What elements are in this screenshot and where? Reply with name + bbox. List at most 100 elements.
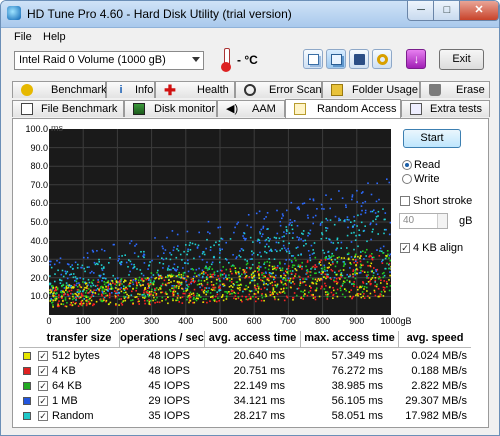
start-button[interactable]: Start bbox=[403, 129, 461, 148]
data-point bbox=[147, 279, 150, 281]
data-point bbox=[229, 238, 232, 240]
spin-arrows-icon[interactable] bbox=[437, 214, 447, 228]
data-point bbox=[336, 288, 339, 291]
tab-file-benchmark[interactable]: File Benchmark bbox=[12, 100, 124, 117]
close-button[interactable]: ✕ bbox=[459, 1, 499, 21]
data-point bbox=[129, 282, 131, 284]
data-point bbox=[361, 291, 364, 293]
tab-disk-monitor[interactable]: Disk monitor bbox=[124, 100, 217, 117]
data-point bbox=[58, 261, 61, 264]
data-point bbox=[246, 267, 248, 269]
tab-aam[interactable]: ◀) AAM bbox=[217, 100, 285, 117]
data-point bbox=[78, 284, 81, 286]
drive-select[interactable]: Intel Raid 0 Volume (1000 gB) bbox=[14, 51, 204, 70]
data-point bbox=[303, 244, 305, 247]
write-radio[interactable] bbox=[402, 174, 412, 184]
data-point bbox=[273, 296, 276, 298]
data-point bbox=[275, 268, 278, 271]
data-point bbox=[312, 265, 314, 268]
tab-info[interactable]: i Info bbox=[106, 81, 155, 98]
data-point bbox=[348, 219, 350, 221]
data-point bbox=[158, 301, 161, 304]
data-point bbox=[242, 269, 244, 271]
series-checkbox[interactable]: ✓ bbox=[38, 351, 48, 361]
minimize-button[interactable]: ─ bbox=[407, 1, 435, 21]
data-point bbox=[374, 285, 376, 287]
data-point bbox=[81, 294, 83, 297]
data-point bbox=[318, 295, 321, 298]
data-point bbox=[88, 300, 90, 303]
data-point bbox=[71, 298, 74, 301]
data-point bbox=[300, 297, 302, 299]
align-label: 4 KB align bbox=[413, 242, 464, 254]
data-point bbox=[382, 286, 385, 289]
menu-file[interactable]: File bbox=[14, 31, 32, 43]
tab-benchmark[interactable]: Benchmark bbox=[12, 81, 107, 98]
data-point bbox=[183, 277, 185, 280]
data-point bbox=[103, 299, 105, 302]
copy-screenshot-button[interactable] bbox=[326, 49, 346, 69]
tab-erase[interactable]: Erase bbox=[420, 81, 490, 98]
exit-button[interactable]: Exit bbox=[439, 49, 484, 70]
data-point bbox=[172, 298, 174, 300]
data-point bbox=[187, 275, 189, 278]
data-point bbox=[70, 292, 72, 295]
data-point bbox=[351, 198, 353, 201]
avg-speed-value: 0.024 MB/s bbox=[411, 350, 467, 362]
data-point bbox=[231, 292, 233, 295]
options-button[interactable] bbox=[372, 49, 392, 69]
data-point bbox=[307, 250, 310, 252]
data-point bbox=[184, 262, 186, 264]
series-checkbox[interactable]: ✓ bbox=[38, 381, 48, 391]
data-point bbox=[136, 284, 138, 287]
data-point bbox=[371, 253, 373, 255]
series-checkbox[interactable]: ✓ bbox=[38, 411, 48, 421]
data-point bbox=[366, 295, 369, 297]
data-point bbox=[301, 202, 304, 205]
tab-random-access[interactable]: Random Access bbox=[285, 99, 401, 118]
data-point bbox=[314, 266, 316, 269]
data-point bbox=[103, 266, 105, 268]
tab-folder-usage[interactable]: Folder Usage bbox=[322, 81, 420, 98]
tab-error-scan[interactable]: Error Scan bbox=[235, 81, 322, 98]
data-point bbox=[238, 284, 240, 287]
data-point bbox=[307, 275, 309, 278]
data-point bbox=[66, 270, 69, 273]
data-point bbox=[346, 216, 349, 218]
short-stroke-checkbox[interactable] bbox=[400, 196, 410, 206]
table-row: ✓ 4 KB 48 IOPS 20.751 ms 76.272 ms 0.188 MB/s bbox=[19, 364, 471, 379]
y-tick-label: 40.0 bbox=[30, 235, 48, 246]
data-point bbox=[321, 232, 323, 234]
download-button[interactable]: ↓ bbox=[406, 49, 426, 69]
data-point bbox=[168, 279, 170, 281]
data-point bbox=[293, 220, 296, 222]
series-checkbox[interactable]: ✓ bbox=[38, 396, 48, 406]
data-point bbox=[198, 255, 201, 258]
tab-extra-tests[interactable]: Extra tests bbox=[401, 100, 490, 117]
data-point bbox=[72, 295, 74, 298]
copy-info-button[interactable] bbox=[303, 49, 323, 69]
data-point bbox=[135, 287, 138, 289]
read-radio[interactable] bbox=[402, 160, 412, 170]
short-stroke-field[interactable]: 40 bbox=[399, 213, 448, 229]
menu-help[interactable]: Help bbox=[43, 31, 66, 43]
data-point bbox=[360, 264, 363, 267]
data-point bbox=[287, 267, 290, 270]
data-point bbox=[173, 263, 176, 266]
title-bar[interactable]: HD Tune Pro 4.60 - Hard Disk Utility (tr… bbox=[1, 1, 499, 28]
data-point bbox=[118, 258, 120, 260]
data-point bbox=[82, 278, 85, 280]
data-point bbox=[315, 283, 318, 285]
data-point bbox=[260, 228, 263, 231]
data-point bbox=[201, 284, 204, 287]
maximize-button[interactable]: □ bbox=[433, 1, 461, 21]
tab-health[interactable]: ✚ Health bbox=[155, 81, 235, 98]
save-button[interactable] bbox=[349, 49, 369, 69]
data-point bbox=[68, 263, 70, 266]
data-point bbox=[332, 287, 334, 289]
data-point bbox=[342, 282, 344, 285]
data-point bbox=[389, 259, 391, 262]
align-checkbox[interactable]: ✓ bbox=[400, 243, 410, 253]
data-point bbox=[134, 296, 136, 298]
series-checkbox[interactable]: ✓ bbox=[38, 366, 48, 376]
